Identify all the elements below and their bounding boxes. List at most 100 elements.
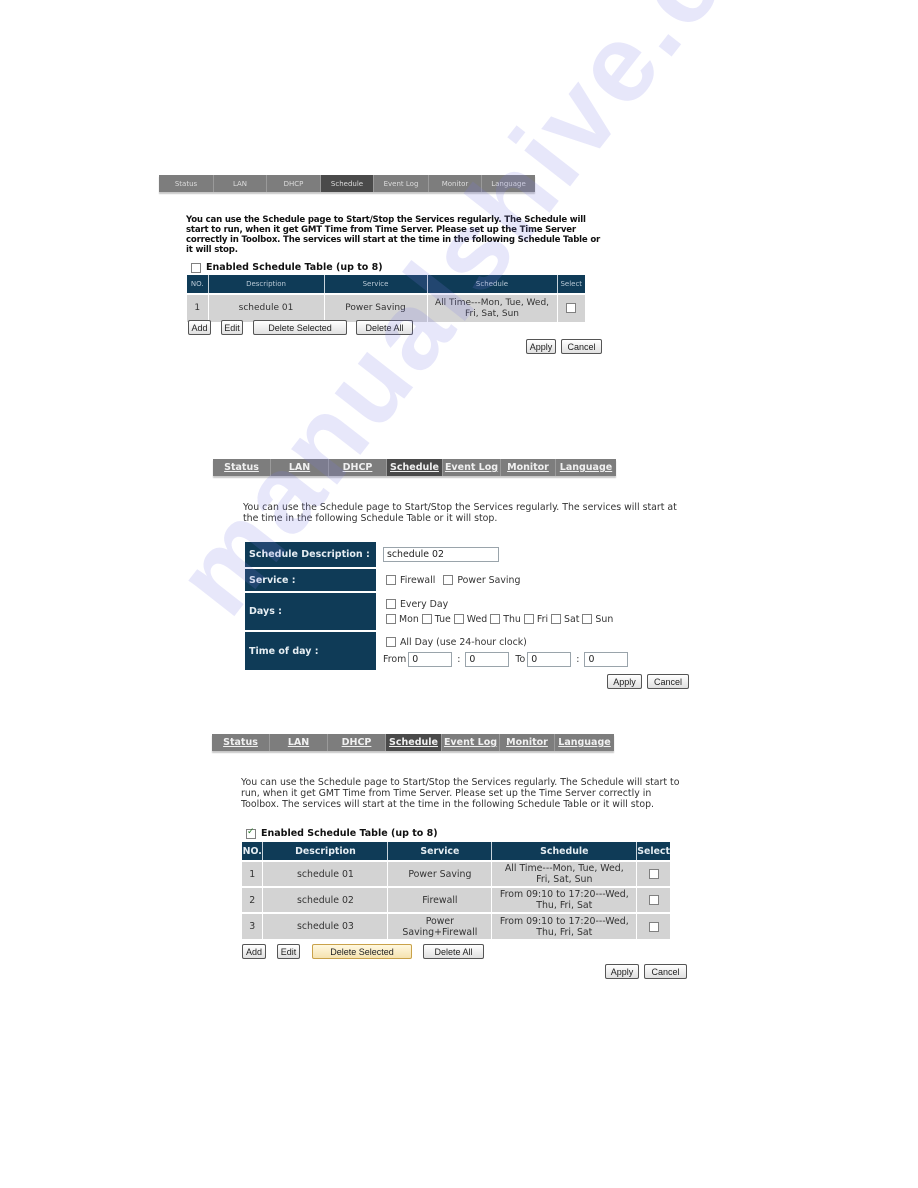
from-label: From — [383, 653, 407, 665]
tab-monitor[interactable]: Monitor — [429, 175, 482, 192]
sat-checkbox[interactable] — [551, 614, 562, 624]
row-select-checkbox[interactable] — [648, 869, 659, 879]
tab-status[interactable]: Status — [213, 459, 271, 476]
delete-all-button[interactable]: Delete All — [356, 320, 413, 335]
col-no: NO. — [187, 275, 209, 294]
edit-button[interactable]: Edit — [221, 320, 243, 335]
apply-button[interactable]: Apply — [526, 339, 556, 354]
enabled-schedule-3: Enabled Schedule Table (up to 8) — [246, 827, 438, 839]
days-label: Days : — [245, 593, 376, 630]
col-service: Service — [324, 275, 428, 294]
add-button[interactable]: Add — [188, 320, 211, 335]
row-select-checkbox[interactable] — [566, 302, 577, 313]
cell-select — [557, 293, 585, 322]
days-options: Mon Tue Wed Thu Fri Sat Sun — [386, 612, 613, 626]
to-hour-input[interactable] — [527, 651, 572, 667]
sun-label: Sun — [595, 613, 614, 625]
intro-text-2: You can use the Schedule page to Start/S… — [243, 502, 677, 524]
cell-service: Power Saving — [387, 860, 493, 887]
schedule-description-input[interactable] — [383, 547, 499, 562]
nav-tabbar-2: Status LAN DHCP Schedule Event Log Monit… — [213, 459, 616, 476]
thu-checkbox[interactable] — [490, 614, 501, 624]
cancel-button[interactable]: Cancel — [644, 964, 687, 979]
tab-status[interactable]: Status — [159, 175, 214, 192]
cell-description: schedule 01 — [262, 860, 389, 887]
cell-schedule: All Time---Mon, Tue, Wed, Fri, Sat, Sun — [491, 860, 638, 887]
wed-checkbox[interactable] — [453, 614, 464, 624]
edit-button[interactable]: Edit — [277, 944, 300, 959]
tab-monitor[interactable]: Monitor — [501, 459, 556, 476]
cancel-button[interactable]: Cancel — [561, 339, 602, 354]
cell-schedule: From 09:10 to 17:20---Wed, Thu, Fri, Sat — [491, 912, 638, 939]
tab-event-log[interactable]: Event Log — [443, 459, 501, 476]
enabled-label-text: Enabled Schedule Table (up to 8) — [261, 828, 438, 839]
power-saving-checkbox[interactable] — [443, 575, 454, 585]
tab-lan[interactable]: LAN — [270, 734, 328, 751]
delete-all-button[interactable]: Delete All — [423, 944, 484, 959]
tab-schedule[interactable]: Schedule — [321, 175, 374, 192]
firewall-checkbox[interactable] — [386, 575, 396, 585]
table-row: 1 schedule 01 Power Saving All Time---Mo… — [187, 293, 585, 322]
col-description: Description — [208, 275, 325, 294]
enabled-checkbox[interactable] — [191, 262, 201, 273]
fri-checkbox[interactable] — [523, 614, 534, 624]
service-options: Firewall Power Saving — [386, 569, 520, 591]
all-day-checkbox[interactable] — [386, 637, 396, 647]
col-select: Select — [636, 842, 670, 861]
apply-button[interactable]: Apply — [607, 674, 642, 689]
tab-event-log[interactable]: Event Log — [374, 175, 429, 192]
cell-description: schedule 03 — [262, 912, 389, 939]
cancel-button[interactable]: Cancel — [647, 674, 689, 689]
cell-service: Power Saving — [324, 293, 428, 322]
from-minute-input[interactable] — [465, 651, 510, 667]
col-service: Service — [387, 842, 493, 861]
tab-dhcp[interactable]: DHCP — [329, 459, 387, 476]
from-hour-input[interactable] — [408, 651, 453, 667]
apply-button[interactable]: Apply — [605, 964, 639, 979]
mon-checkbox[interactable] — [386, 614, 396, 624]
tab-monitor[interactable]: Monitor — [500, 734, 555, 751]
tue-checkbox[interactable] — [421, 614, 432, 624]
to-minute-input[interactable] — [584, 651, 629, 667]
delete-selected-button[interactable]: Delete Selected — [312, 944, 412, 959]
service-label: Service : — [245, 569, 376, 591]
from-colon: : — [457, 653, 461, 665]
schedule-description-label: Schedule Description : — [245, 542, 376, 567]
tab-dhcp[interactable]: DHCP — [328, 734, 386, 751]
cell-service: Power Saving+Firewall — [387, 912, 493, 939]
tab-language[interactable]: Language — [482, 175, 535, 192]
row-select-checkbox[interactable] — [648, 895, 659, 905]
add-button[interactable]: Add — [242, 944, 266, 959]
tab-dhcp[interactable]: DHCP — [267, 175, 321, 192]
cell-no: 3 — [242, 912, 264, 939]
table-row: 2 schedule 02 Firewall From 09:10 to 17:20-… — [242, 886, 670, 913]
time-of-day-label: Time of day : — [245, 632, 376, 670]
intro-text-3: You can use the Schedule page to Start/S… — [241, 777, 680, 810]
sun-checkbox[interactable] — [582, 614, 593, 624]
all-day-label: All Day (use 24-hour clock) — [400, 636, 527, 648]
tab-language[interactable]: Language — [556, 459, 616, 476]
cell-schedule: From 09:10 to 17:20---Wed, Thu, Fri, Sat — [491, 886, 638, 913]
row-select-checkbox[interactable] — [648, 921, 659, 932]
firewall-label: Firewall — [400, 574, 436, 586]
delete-selected-button[interactable]: Delete Selected — [253, 320, 347, 335]
schedule-table-3: NO. Description Service Schedule Select … — [242, 842, 670, 939]
tab-event-log[interactable]: Event Log — [442, 734, 500, 751]
col-description: Description — [262, 842, 389, 861]
tab-schedule[interactable]: Schedule — [387, 459, 443, 476]
nav-tabbar-3: Status LAN DHCP Schedule Event Log Monit… — [212, 734, 614, 751]
tab-schedule[interactable]: Schedule — [386, 734, 442, 751]
to-colon: : — [576, 653, 580, 665]
tab-status[interactable]: Status — [212, 734, 270, 751]
tab-lan[interactable]: LAN — [214, 175, 267, 192]
tab-language[interactable]: Language — [555, 734, 614, 751]
enabled-checkbox[interactable] — [246, 827, 256, 839]
tab-lan[interactable]: LAN — [271, 459, 329, 476]
power-saving-label: Power Saving — [457, 574, 521, 586]
to-label: To — [515, 653, 526, 665]
col-select: Select — [557, 275, 585, 294]
time-range: From : To : — [383, 651, 629, 667]
every-day-checkbox[interactable] — [386, 599, 396, 609]
nav-tabbar-1: Status LAN DHCP Schedule Event Log Monit… — [159, 175, 535, 192]
cell-no: 2 — [242, 886, 264, 913]
